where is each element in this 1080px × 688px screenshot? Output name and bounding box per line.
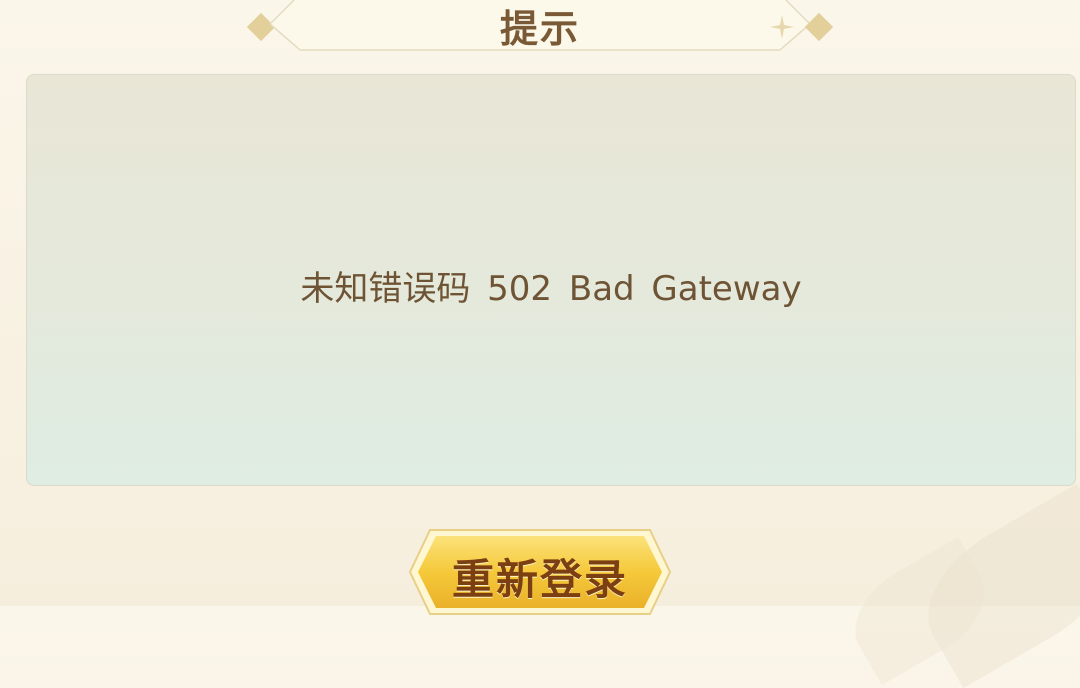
title-banner: 提示: [270, 0, 810, 54]
dialog-title: 提示: [499, 7, 580, 51]
relogin-button-label: 重新登录: [451, 555, 628, 604]
error-message: 未知错误码 502 Bad Gateway: [300, 269, 802, 309]
relogin-button[interactable]: 重新登录: [408, 528, 672, 616]
message-panel: 未知错误码 502 Bad Gateway: [26, 74, 1076, 486]
sparkle-icon: [770, 15, 794, 39]
